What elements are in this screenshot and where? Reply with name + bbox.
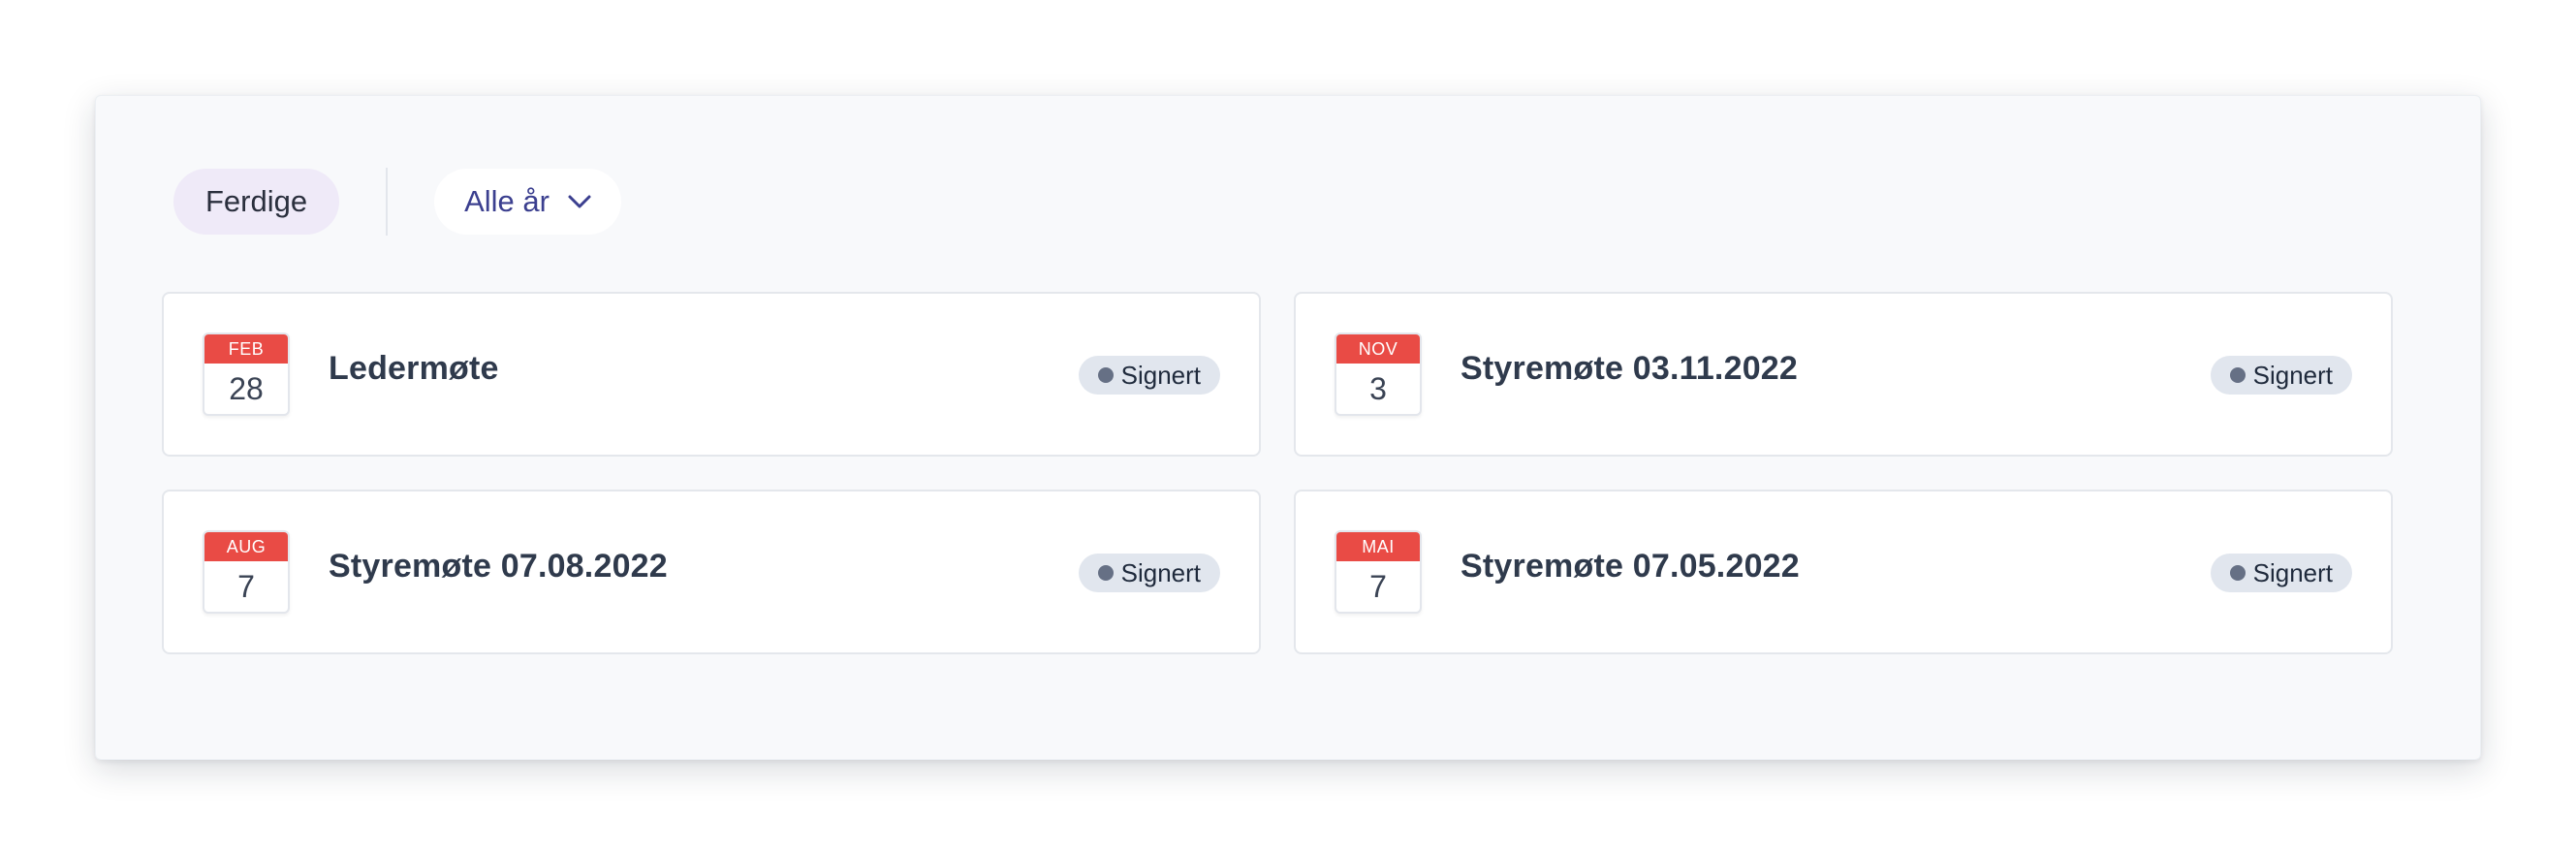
calendar-month: MAI	[1336, 532, 1420, 561]
meeting-title: Styremøte 03.11.2022	[1461, 350, 1799, 387]
meetings-panel: Ferdige Alle år FEB 28 Ledermøte Signert…	[95, 95, 2481, 760]
status-label: Signert	[2252, 557, 2333, 587]
filter-divider	[386, 168, 389, 236]
calendar-day: 7	[237, 569, 255, 604]
filter-completed-button[interactable]: Ferdige	[173, 169, 340, 235]
status-dot-icon	[2229, 367, 2246, 383]
status-dot-icon	[1097, 367, 1114, 383]
meeting-title: Ledermøte	[329, 350, 499, 387]
filter-completed-label: Ferdige	[205, 184, 308, 218]
calendar-day: 3	[1369, 371, 1387, 406]
calendar-icon: FEB 28	[203, 332, 290, 416]
filter-bar: Ferdige Alle år	[173, 168, 621, 236]
status-badge: Signert	[1078, 554, 1220, 592]
status-label: Signert	[1120, 557, 1201, 587]
status-label: Signert	[2252, 360, 2333, 390]
year-select[interactable]: Alle år	[434, 169, 621, 235]
status-dot-icon	[2229, 565, 2246, 581]
status-badge: Signert	[2210, 554, 2352, 592]
meeting-card[interactable]: FEB 28 Ledermøte Signert	[162, 292, 1261, 457]
calendar-month: NOV	[1336, 334, 1420, 364]
meeting-card[interactable]: AUG 7 Styremøte 07.08.2022 Signert	[162, 490, 1261, 654]
meeting-title: Styremøte 07.08.2022	[329, 548, 668, 585]
calendar-day: 28	[229, 371, 264, 406]
status-dot-icon	[1097, 565, 1114, 581]
calendar-icon: AUG 7	[203, 530, 290, 614]
status-label: Signert	[1120, 360, 1201, 390]
meeting-title: Styremøte 07.05.2022	[1461, 548, 1800, 585]
status-badge: Signert	[2210, 356, 2352, 395]
chevron-down-icon	[568, 195, 591, 208]
meeting-list: FEB 28 Ledermøte Signert NOV 3 Styremøte…	[162, 292, 2393, 654]
calendar-day: 7	[1369, 569, 1387, 604]
calendar-icon: MAI 7	[1335, 530, 1422, 614]
meeting-card[interactable]: NOV 3 Styremøte 03.11.2022 Signert	[1294, 292, 2393, 457]
status-badge: Signert	[1078, 356, 1220, 395]
year-select-label: Alle år	[464, 184, 550, 218]
calendar-month: FEB	[204, 334, 288, 364]
calendar-icon: NOV 3	[1335, 332, 1422, 416]
meeting-card[interactable]: MAI 7 Styremøte 07.05.2022 Signert	[1294, 490, 2393, 654]
calendar-month: AUG	[204, 532, 288, 561]
